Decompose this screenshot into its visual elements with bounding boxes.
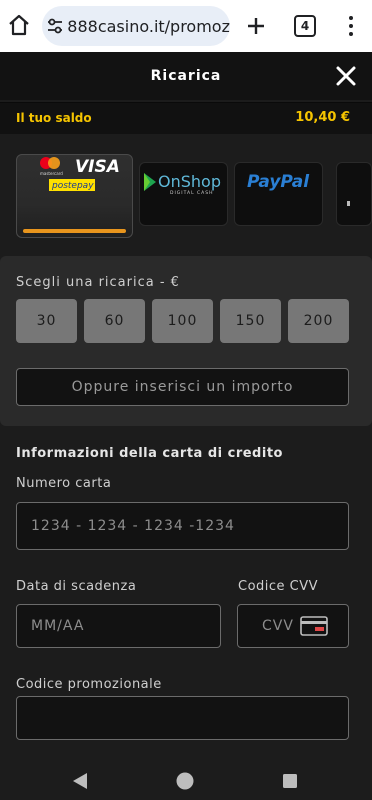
paypal-logo: PayPal — [247, 172, 310, 192]
recents-icon[interactable] — [283, 774, 297, 788]
promo-label: Codice promozionale — [16, 677, 162, 692]
promo-field[interactable] — [16, 696, 349, 740]
amount-option-30[interactable]: 30 — [16, 299, 77, 343]
card-section-title: Informazioni della carta di credito — [16, 446, 283, 461]
svg-text:PayPal: PayPal — [247, 172, 310, 192]
address-bar[interactable]: 888casino.it/promoz — [42, 6, 230, 46]
back-icon[interactable] — [72, 773, 88, 789]
more-vert-icon[interactable] — [343, 13, 359, 39]
payment-methods: mastercard VISA postepay OnShop DIGITAL … — [0, 134, 372, 256]
cvv-label: Codice CVV — [238, 579, 319, 594]
url-text[interactable]: 888casino.it/promoz — [67, 17, 230, 36]
balance-label: Il tuo saldo — [16, 111, 92, 125]
tab-count: 4 — [300, 19, 310, 33]
browser-toolbar: 888casino.it/promoz 4 — [0, 0, 372, 52]
onshop-logo: OnShop DIGITAL CASH — [144, 172, 221, 196]
amount-option-60[interactable]: 60 — [84, 299, 145, 343]
svg-text:postepay: postepay — [51, 181, 94, 191]
svg-text:VISA: VISA — [75, 157, 120, 177]
home-circle-icon[interactable] — [176, 772, 194, 790]
amount-label: Scegli una ricarica - € — [16, 275, 180, 290]
expiry-placeholder: MM/AA — [31, 618, 85, 634]
svg-text:mastercard: mastercard — [40, 171, 63, 176]
cards-logos: mastercard VISA postepay — [40, 157, 120, 191]
balance-bar: Il tuo saldo 10,40 € — [0, 102, 372, 134]
home-icon[interactable] — [6, 12, 32, 38]
amount-option-100[interactable]: 100 — [152, 299, 213, 343]
balance-value: 10,40 € — [295, 110, 350, 125]
amount-panel: Scegli una ricarica - € 30 60 100 150 20… — [0, 256, 372, 426]
page-title: Ricarica — [150, 68, 222, 84]
amount-option-200[interactable]: 200 — [288, 299, 349, 343]
close-icon[interactable] — [334, 64, 358, 88]
plus-icon[interactable] — [243, 13, 269, 39]
card-number-field[interactable]: 1234 - 1234 - 1234 -1234 — [16, 502, 349, 550]
site-settings-icon[interactable] — [42, 6, 67, 46]
svg-text:OnShop: OnShop — [158, 172, 221, 191]
payment-method-more[interactable] — [336, 162, 372, 226]
tab-switcher-icon[interactable]: 4 — [294, 15, 316, 37]
svg-text:DIGITAL CASH: DIGITAL CASH — [170, 190, 213, 196]
card-number-placeholder: 1234 - 1234 - 1234 -1234 — [31, 518, 235, 534]
cvv-field[interactable]: CVV — [237, 604, 349, 648]
credit-card-icon — [300, 616, 328, 636]
payment-method-paypal[interactable]: PayPal — [234, 162, 323, 226]
custom-amount-input[interactable]: Oppure inserisci un importo — [16, 368, 349, 406]
cvv-placeholder: CVV — [262, 618, 294, 634]
expiry-field[interactable]: MM/AA — [16, 604, 221, 648]
amount-option-150[interactable]: 150 — [220, 299, 281, 343]
payment-method-cards[interactable]: mastercard VISA postepay — [16, 154, 133, 238]
modal-header: Ricarica — [0, 52, 372, 100]
card-number-label: Numero carta — [16, 476, 112, 491]
expiry-label: Data di scadenza — [16, 579, 137, 594]
system-navigation-bar — [0, 760, 372, 800]
selected-indicator — [23, 229, 126, 233]
payment-method-onshop[interactable]: OnShop DIGITAL CASH — [139, 162, 228, 226]
